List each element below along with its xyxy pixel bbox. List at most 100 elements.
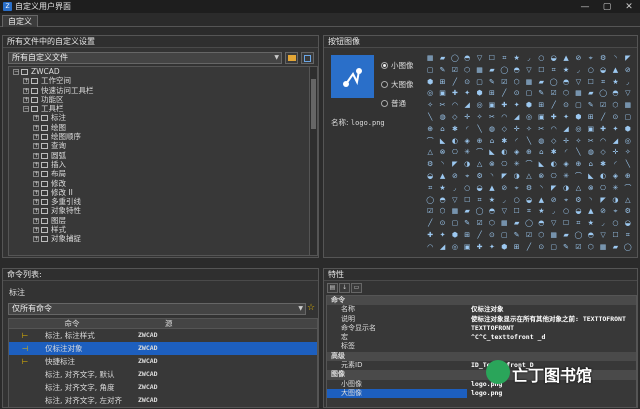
button-image-cell[interactable]: △ <box>424 147 436 159</box>
customization-file-select[interactable]: 所有自定义文件 ▼ <box>8 52 282 64</box>
tree-node[interactable]: + 快速访问工具栏 <box>9 86 317 95</box>
button-image-cell[interactable]: ▢ <box>449 218 461 230</box>
button-image-cell[interactable]: ◓ <box>535 218 547 230</box>
button-image-cell[interactable]: ◓ <box>609 88 621 100</box>
button-image-cell[interactable]: ⊞ <box>436 77 448 89</box>
button-image-cell[interactable]: ⎔ <box>548 171 560 183</box>
button-image-cell[interactable]: ◎ <box>449 242 461 254</box>
button-image-cell[interactable]: ◐ <box>548 159 560 171</box>
command-search-label[interactable]: 标注 <box>9 287 25 298</box>
button-image-cell[interactable]: ✦ <box>609 124 621 136</box>
button-image-cell[interactable]: ◓ <box>486 206 498 218</box>
button-image-cell[interactable]: ◢ <box>609 136 621 148</box>
button-image-cell[interactable]: ⬢ <box>572 112 584 124</box>
button-image-cell[interactable]: ✚ <box>424 230 436 242</box>
button-image-cell[interactable]: ◓ <box>461 53 473 65</box>
button-image-cell[interactable]: ◞ <box>572 65 584 77</box>
button-image-cell[interactable]: ▢ <box>622 112 634 124</box>
tree-toggle-icon[interactable]: + <box>23 78 29 85</box>
button-image-cell[interactable]: ⊙ <box>535 242 547 254</box>
button-image-cell[interactable]: ⬡ <box>461 65 473 77</box>
button-image-cell[interactable]: ▽ <box>523 65 535 77</box>
button-image-cell[interactable]: ◝ <box>436 159 448 171</box>
button-image-cell[interactable]: △ <box>473 159 485 171</box>
button-image-cell[interactable]: ⌖ <box>585 53 597 65</box>
button-image-cell[interactable]: ⌂ <box>436 124 448 136</box>
button-image-cell[interactable]: ✚ <box>597 124 609 136</box>
button-image-cell[interactable]: ☑ <box>572 242 584 254</box>
close-button[interactable]: ✕ <box>618 0 640 13</box>
button-image-cell[interactable]: ▰ <box>461 206 473 218</box>
button-image-cell[interactable]: ◯ <box>622 242 634 254</box>
tree-toggle-icon[interactable]: + <box>33 199 39 206</box>
button-image-cell[interactable]: ▢ <box>548 242 560 254</box>
button-image-cell[interactable]: ✦ <box>461 88 473 100</box>
button-image-cell[interactable]: ✱ <box>498 136 510 148</box>
button-image-cell[interactable]: ◞ <box>498 195 510 207</box>
button-image-cell[interactable]: ◇ <box>498 124 510 136</box>
button-image-cell[interactable]: ◤ <box>498 171 510 183</box>
button-image-cell[interactable]: ╱ <box>424 218 436 230</box>
button-image-cell[interactable]: ✎ <box>535 88 547 100</box>
tree-toggle-icon[interactable]: − <box>13 69 19 75</box>
button-image-cell[interactable]: ⌒ <box>523 159 535 171</box>
button-image-cell[interactable]: ✦ <box>510 100 522 112</box>
button-image-cell[interactable]: ⬢ <box>473 88 485 100</box>
tree-toggle-icon[interactable]: + <box>33 236 39 243</box>
radio-small-image[interactable]: 小图像 <box>381 60 414 71</box>
maximize-button[interactable]: ▢ <box>596 0 618 13</box>
button-image-cell[interactable]: ✦ <box>560 112 572 124</box>
button-image-cell[interactable]: ⬢ <box>523 100 535 112</box>
button-image-cell[interactable]: ◎ <box>622 136 634 148</box>
button-image-cell[interactable]: ▽ <box>498 206 510 218</box>
command-row[interactable]: 标注, 对齐文字, 默认 ZWCAD <box>9 368 317 381</box>
customization-tree[interactable]: − ZWCAD + 工作空间 + 快速访问工具栏 + 功能区 − 工具栏 + 标注 + 绘图 + 绘图顺序 + 查… <box>8 66 318 256</box>
button-image-cell[interactable]: ╱ <box>548 100 560 112</box>
button-image-cell[interactable]: ◠ <box>597 136 609 148</box>
button-image-cell[interactable]: ▽ <box>548 218 560 230</box>
button-image-cell[interactable]: ☐ <box>486 53 498 65</box>
tree-node[interactable]: + 对象特性 <box>9 206 317 215</box>
button-image-cell[interactable]: ◓ <box>585 230 597 242</box>
button-image-cell[interactable]: ⚙ <box>622 206 634 218</box>
button-image-cell[interactable]: ◤ <box>449 159 461 171</box>
property-value[interactable]: 使标注对象显示在所有其他对象之前: TEXTTOFRONT <box>467 315 636 324</box>
button-image-cell[interactable]: ◜ <box>461 124 473 136</box>
button-image-cell[interactable]: ✎ <box>486 77 498 89</box>
button-image-cell[interactable]: ▰ <box>486 65 498 77</box>
button-image-cell[interactable]: ⌗ <box>424 183 436 195</box>
button-image-cell[interactable]: ▢ <box>523 88 535 100</box>
button-image-cell[interactable]: ◓ <box>510 65 522 77</box>
tree-node[interactable]: + 修改 <box>9 179 317 188</box>
button-image-cell[interactable]: ◒ <box>622 218 634 230</box>
button-image-cell[interactable]: ▰ <box>510 218 522 230</box>
button-image-cell[interactable]: ⎔ <box>597 183 609 195</box>
tree-toggle-icon[interactable]: + <box>33 124 39 131</box>
button-image-cell[interactable]: ⬡ <box>609 100 621 112</box>
sort-az-icon[interactable]: ↓ <box>339 283 350 293</box>
button-image-cell[interactable]: △ <box>622 195 634 207</box>
button-image-cell[interactable]: ✱ <box>548 147 560 159</box>
button-image-cell[interactable]: ✛ <box>510 124 522 136</box>
button-image-cell[interactable]: ◣ <box>436 136 448 148</box>
button-image-cell[interactable]: ▦ <box>473 65 485 77</box>
button-image-cell[interactable]: ⊗ <box>585 183 597 195</box>
button-image-cell[interactable]: ◓ <box>436 195 448 207</box>
button-image-grid[interactable]: ▦ ▰ ◯ ◓ ▽ ☐ ⌗ ★ ◞ ○ ◒ ▲ ⊘ ⌖ ⚙ ◝ ◤ ▢ ✎ ☑ ⬡ ▦ ▰ ◯ ◓ ▽ ☐ ⌗ ★ ◞ ○ ◒ ▲ ⊘ ⬢ ⊞ ╱ ⊙ ▢ ✎… <box>424 53 634 254</box>
button-image-cell[interactable]: ⊕ <box>424 124 436 136</box>
button-image-cell[interactable]: ▰ <box>560 230 572 242</box>
command-row[interactable]: 标注, 对齐文字, 左对齐 ZWCAD <box>9 394 317 407</box>
tree-scrollbar[interactable] <box>309 67 317 255</box>
button-image-cell[interactable]: ◯ <box>597 88 609 100</box>
button-image-cell[interactable]: ⌗ <box>622 230 634 242</box>
command-row[interactable]: ⊢ 标注, 标注样式 ZWCAD <box>9 329 317 342</box>
button-image-cell[interactable]: ◞ <box>548 206 560 218</box>
button-image-cell[interactable]: ⌂ <box>585 159 597 171</box>
command-filter-select[interactable]: 仅所有命令 ▼ <box>8 303 306 315</box>
button-image-cell[interactable]: ◒ <box>523 195 535 207</box>
button-image-cell[interactable]: ★ <box>436 183 448 195</box>
button-image-cell[interactable]: ⚙ <box>473 171 485 183</box>
button-image-cell[interactable]: ◍ <box>486 124 498 136</box>
property-category[interactable]: 命令 <box>327 296 636 306</box>
button-image-cell[interactable]: ⊗ <box>436 147 448 159</box>
